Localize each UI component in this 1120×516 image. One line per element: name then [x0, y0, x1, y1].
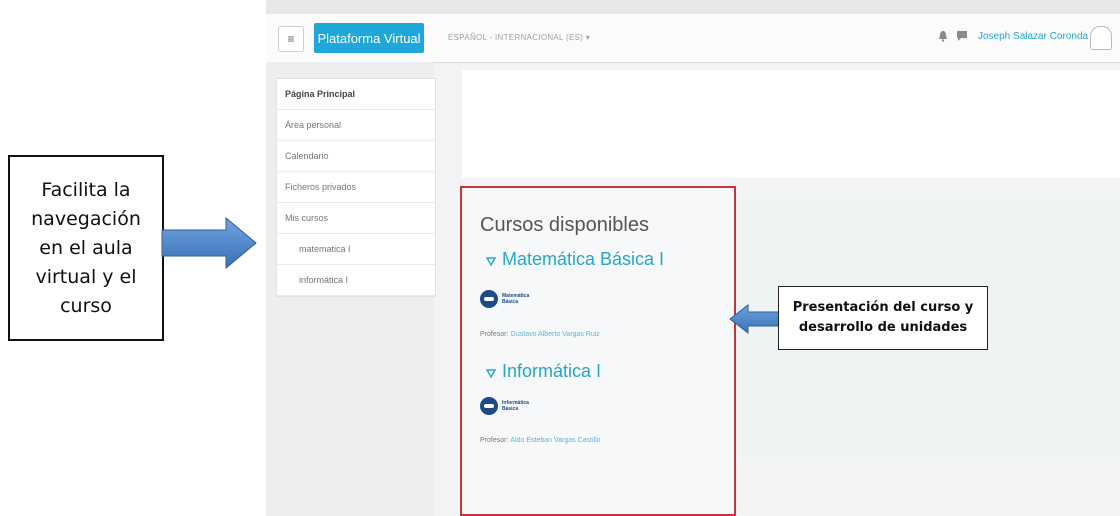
- sidebar-item-course-informatics[interactable]: informática I: [277, 265, 435, 296]
- note-line: en el aula: [39, 236, 133, 259]
- sidebar-nav: Página Principal Área personal Calendari…: [276, 78, 436, 297]
- course-presentation-note: Presentación del curso y desarrollo de u…: [778, 286, 988, 350]
- top-navbar: ≡ Plataforma Virtual ESPAÑOL - INTERNACI…: [266, 14, 1120, 63]
- note-line: Presentación del curso y: [792, 300, 974, 315]
- sidebar-item-private-files[interactable]: Ficheros privados: [277, 172, 435, 203]
- note-line: navegación: [31, 207, 141, 230]
- language-selector[interactable]: ESPAÑOL - INTERNACIONAL (ES) ▾: [448, 33, 590, 42]
- highlight-frame: [460, 186, 736, 516]
- sidebar-item-my-courses[interactable]: Mis cursos: [277, 203, 435, 234]
- bell-icon[interactable]: [938, 30, 948, 42]
- note-line: desarrollo de unidades: [798, 320, 968, 335]
- avatar[interactable]: [1090, 26, 1112, 50]
- chat-icon[interactable]: [956, 30, 968, 42]
- hamburger-icon[interactable]: ≡: [278, 26, 304, 52]
- sidebar-item-dashboard[interactable]: Área personal: [277, 110, 435, 141]
- virtual-classroom-screenshot: ≡ Plataforma Virtual ESPAÑOL - INTERNACI…: [266, 0, 1120, 516]
- note-line: virtual y el: [35, 265, 137, 288]
- browser-strip: [266, 0, 1120, 14]
- sidebar-item-course-math[interactable]: matematica I: [277, 234, 435, 265]
- arrow-right-icon: [161, 216, 257, 270]
- navigation-note: Facilita la navegación en el aula virtua…: [8, 155, 164, 341]
- top-content-block: [462, 70, 1120, 178]
- arrow-left-icon: [729, 303, 781, 335]
- brand-button[interactable]: Plataforma Virtual: [314, 23, 424, 53]
- user-name[interactable]: Joseph Salazar Coronda: [978, 31, 1088, 42]
- sidebar-item-home[interactable]: Página Principal: [277, 79, 435, 110]
- sidebar-item-calendar[interactable]: Calendario: [277, 141, 435, 172]
- note-line: curso: [60, 294, 112, 317]
- note-line: Facilita la: [41, 178, 131, 201]
